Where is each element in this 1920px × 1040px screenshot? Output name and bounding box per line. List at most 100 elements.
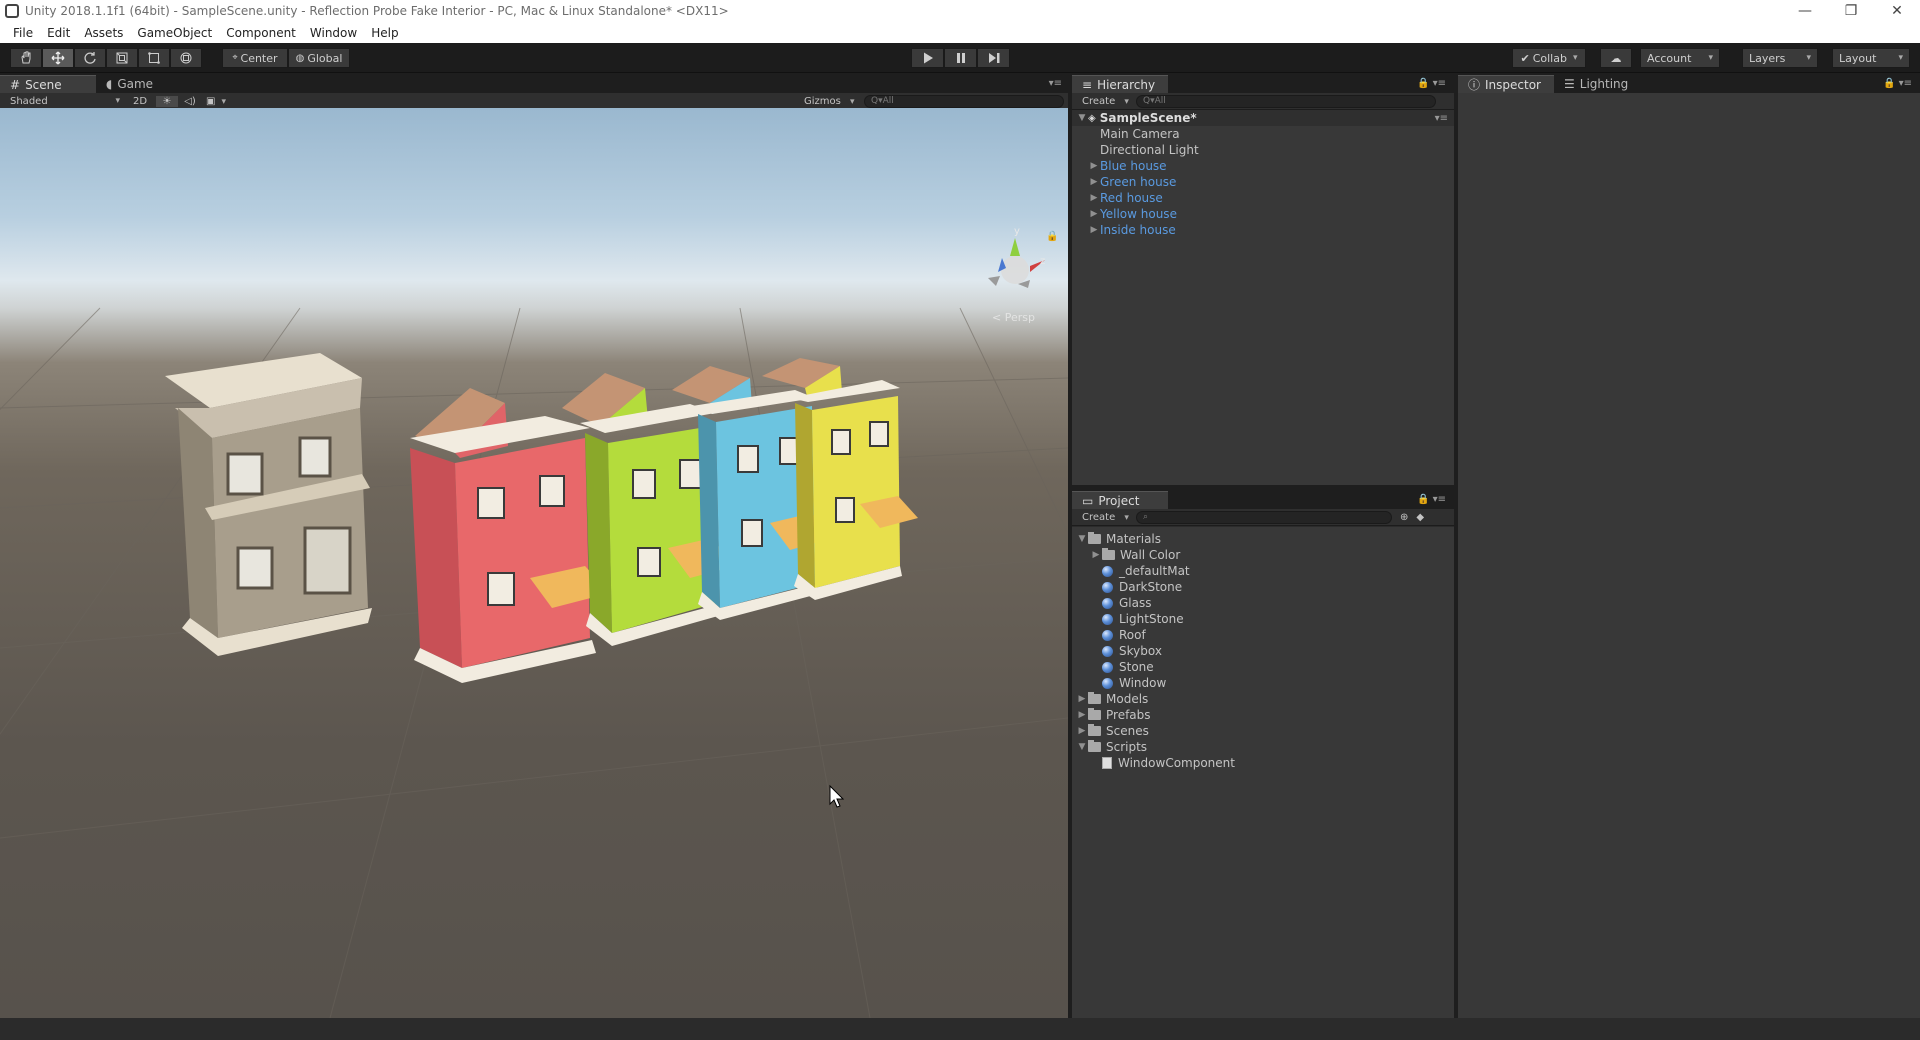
project-search-input[interactable]: ⌕ (1136, 510, 1392, 524)
restore-icon[interactable]: ❐ (1828, 0, 1874, 22)
layers-dropdown[interactable]: Layers (1742, 48, 1818, 68)
search-icon: ⌕ (1143, 512, 1149, 522)
layout-dropdown[interactable]: Layout (1832, 48, 1910, 68)
menu-gameobject[interactable]: GameObject (130, 26, 219, 40)
mode-2d-toggle[interactable]: 2D (124, 96, 156, 107)
project-folder-materials[interactable]: ▼ Materials (1072, 531, 1454, 547)
material-icon (1102, 613, 1113, 625)
expand-down-icon[interactable]: ▼ (1076, 534, 1088, 544)
project-folder-wall-color[interactable]: ▶ Wall Color (1072, 547, 1454, 563)
step-button[interactable] (977, 48, 1010, 68)
project-folder-scenes[interactable]: ▶ Scenes (1072, 723, 1454, 739)
tab-lighting[interactable]: ☰ Lighting (1554, 75, 1650, 93)
material-icon (1102, 677, 1113, 689)
gizmos-dropdown[interactable]: Gizmos (804, 96, 864, 107)
hierarchy-item-red-house[interactable]: ▶ Red house (1072, 190, 1454, 206)
rotate-tool-button[interactable] (74, 48, 106, 68)
menu-component[interactable]: Component (219, 26, 303, 40)
expand-right-icon[interactable]: ▶ (1088, 161, 1100, 171)
project-controlbar: Create ⌕ ⊕ ◆ (1072, 509, 1454, 526)
effects-dropdown[interactable]: ▣ (202, 96, 230, 107)
project-item-roof[interactable]: Roof (1072, 627, 1454, 643)
project-create-dropdown[interactable]: Create (1072, 512, 1136, 523)
close-icon[interactable]: ✕ (1874, 0, 1920, 22)
hierarchy-item-inside-house[interactable]: ▶ Inside house (1072, 222, 1454, 238)
expand-right-icon[interactable]: ▶ (1088, 193, 1100, 203)
hierarchy-item-green-house[interactable]: ▶ Green house (1072, 174, 1454, 190)
project-menu-icon[interactable]: 🔒 ▾≡ (1417, 494, 1446, 505)
tab-inspector[interactable]: ⓘ Inspector (1458, 75, 1554, 93)
project-item-windowcomponent[interactable]: WindowComponent (1072, 755, 1454, 771)
hierarchy-create-dropdown[interactable]: Create (1072, 96, 1136, 107)
tab-hierarchy[interactable]: ≡ Hierarchy (1072, 75, 1168, 93)
plain-house (165, 353, 372, 656)
transform-tool-button[interactable] (170, 48, 202, 68)
playback-controls (911, 48, 1010, 68)
project-item-window[interactable]: Window (1072, 675, 1454, 691)
pivot-global-button[interactable]: ◍ Global (288, 48, 350, 68)
expand-right-icon[interactable]: ▶ (1088, 225, 1100, 235)
expand-down-icon[interactable]: ▼ (1076, 113, 1088, 123)
lock-icon[interactable]: 🔒 (1046, 230, 1058, 242)
inspector-menu-icon[interactable]: 🔒 ▾≡ (1883, 78, 1912, 89)
filter-type-icon[interactable]: ⊕ (1400, 512, 1408, 523)
scene-root-row[interactable]: ▼ ◈ SampleScene* ▾≡ (1072, 110, 1454, 126)
menu-window[interactable]: Window (303, 26, 364, 40)
expand-right-icon[interactable]: ▶ (1076, 726, 1088, 736)
project-item-darkstone[interactable]: DarkStone (1072, 579, 1454, 595)
menu-edit[interactable]: Edit (40, 26, 77, 40)
hierarchy-menu-icon[interactable]: 🔒 ▾≡ (1417, 78, 1446, 89)
account-dropdown[interactable]: Account (1640, 48, 1720, 68)
expand-right-icon[interactable]: ▶ (1076, 710, 1088, 720)
expand-down-icon[interactable]: ▼ (1076, 742, 1088, 752)
menu-help[interactable]: Help (364, 26, 405, 40)
scene-viewport[interactable]: y z < Persp 🔒 (0, 108, 1068, 1018)
splitter-scene-hierarchy[interactable] (1068, 73, 1072, 1018)
scale-tool-button[interactable] (106, 48, 138, 68)
menu-file[interactable]: File (6, 26, 40, 40)
shading-mode-dropdown[interactable]: Shaded (0, 96, 124, 107)
tab-scene[interactable]: # Scene (0, 75, 96, 93)
cloud-button[interactable]: ☁ (1600, 48, 1632, 68)
menu-assets[interactable]: Assets (77, 26, 130, 40)
hierarchy-item-main-camera[interactable]: Main Camera (1072, 126, 1454, 142)
filter-label-icon[interactable]: ◆ (1416, 512, 1424, 523)
project-item-stone[interactable]: Stone (1072, 659, 1454, 675)
project-folder-models[interactable]: ▶ Models (1072, 691, 1454, 707)
play-button[interactable] (911, 48, 944, 68)
hierarchy-search-input[interactable]: Q▾All (1136, 94, 1436, 108)
rect-tool-button[interactable] (138, 48, 170, 68)
hierarchy-list: Main Camera Directional Light ▶ Blue hous… (1072, 126, 1454, 238)
collab-button[interactable]: ✔ Collab (1512, 48, 1586, 68)
splitter-hierarchy-project[interactable] (1072, 485, 1454, 489)
scene-search-input[interactable]: Q▾All (864, 94, 1064, 108)
hierarchy-item-yellow-house[interactable]: ▶ Yellow house (1072, 206, 1454, 222)
tab-game[interactable]: ◖ Game (96, 75, 192, 93)
tab-project[interactable]: ▭ Project (1072, 491, 1168, 509)
minimize-icon[interactable]: — (1782, 0, 1828, 22)
splitter-hierarchy-inspector[interactable] (1454, 73, 1458, 1018)
lighting-toggle[interactable]: ☀ (156, 95, 178, 107)
audio-toggle[interactable]: ◁) (178, 96, 202, 107)
scene-gizmo[interactable] (988, 238, 1045, 288)
expand-right-icon[interactable]: ▶ (1076, 694, 1088, 704)
persp-label[interactable]: < Persp (992, 311, 1035, 324)
image-icon: ▣ (206, 95, 216, 107)
project-item-skybox[interactable]: Skybox (1072, 643, 1454, 659)
project-folder-prefabs[interactable]: ▶ Prefabs (1072, 707, 1454, 723)
scene-menu-icon[interactable]: ▾≡ (1435, 113, 1448, 124)
project-item-glass[interactable]: Glass (1072, 595, 1454, 611)
hierarchy-item-directional-light[interactable]: Directional Light (1072, 142, 1454, 158)
expand-right-icon[interactable]: ▶ (1090, 550, 1102, 560)
hand-tool-button[interactable] (10, 48, 42, 68)
expand-right-icon[interactable]: ▶ (1088, 177, 1100, 187)
project-item-defaultmat[interactable]: _defaultMat (1072, 563, 1454, 579)
move-tool-button[interactable] (42, 48, 74, 68)
expand-right-icon[interactable]: ▶ (1088, 209, 1100, 219)
project-folder-scripts[interactable]: ▼ Scripts (1072, 739, 1454, 755)
project-item-lightstone[interactable]: LightStone (1072, 611, 1454, 627)
pause-button[interactable] (944, 48, 977, 68)
hierarchy-item-blue-house[interactable]: ▶ Blue house (1072, 158, 1454, 174)
pivot-center-button[interactable]: ⌖ Center (222, 48, 288, 68)
panel-menu-icon[interactable]: ▾≡ (1049, 78, 1062, 89)
